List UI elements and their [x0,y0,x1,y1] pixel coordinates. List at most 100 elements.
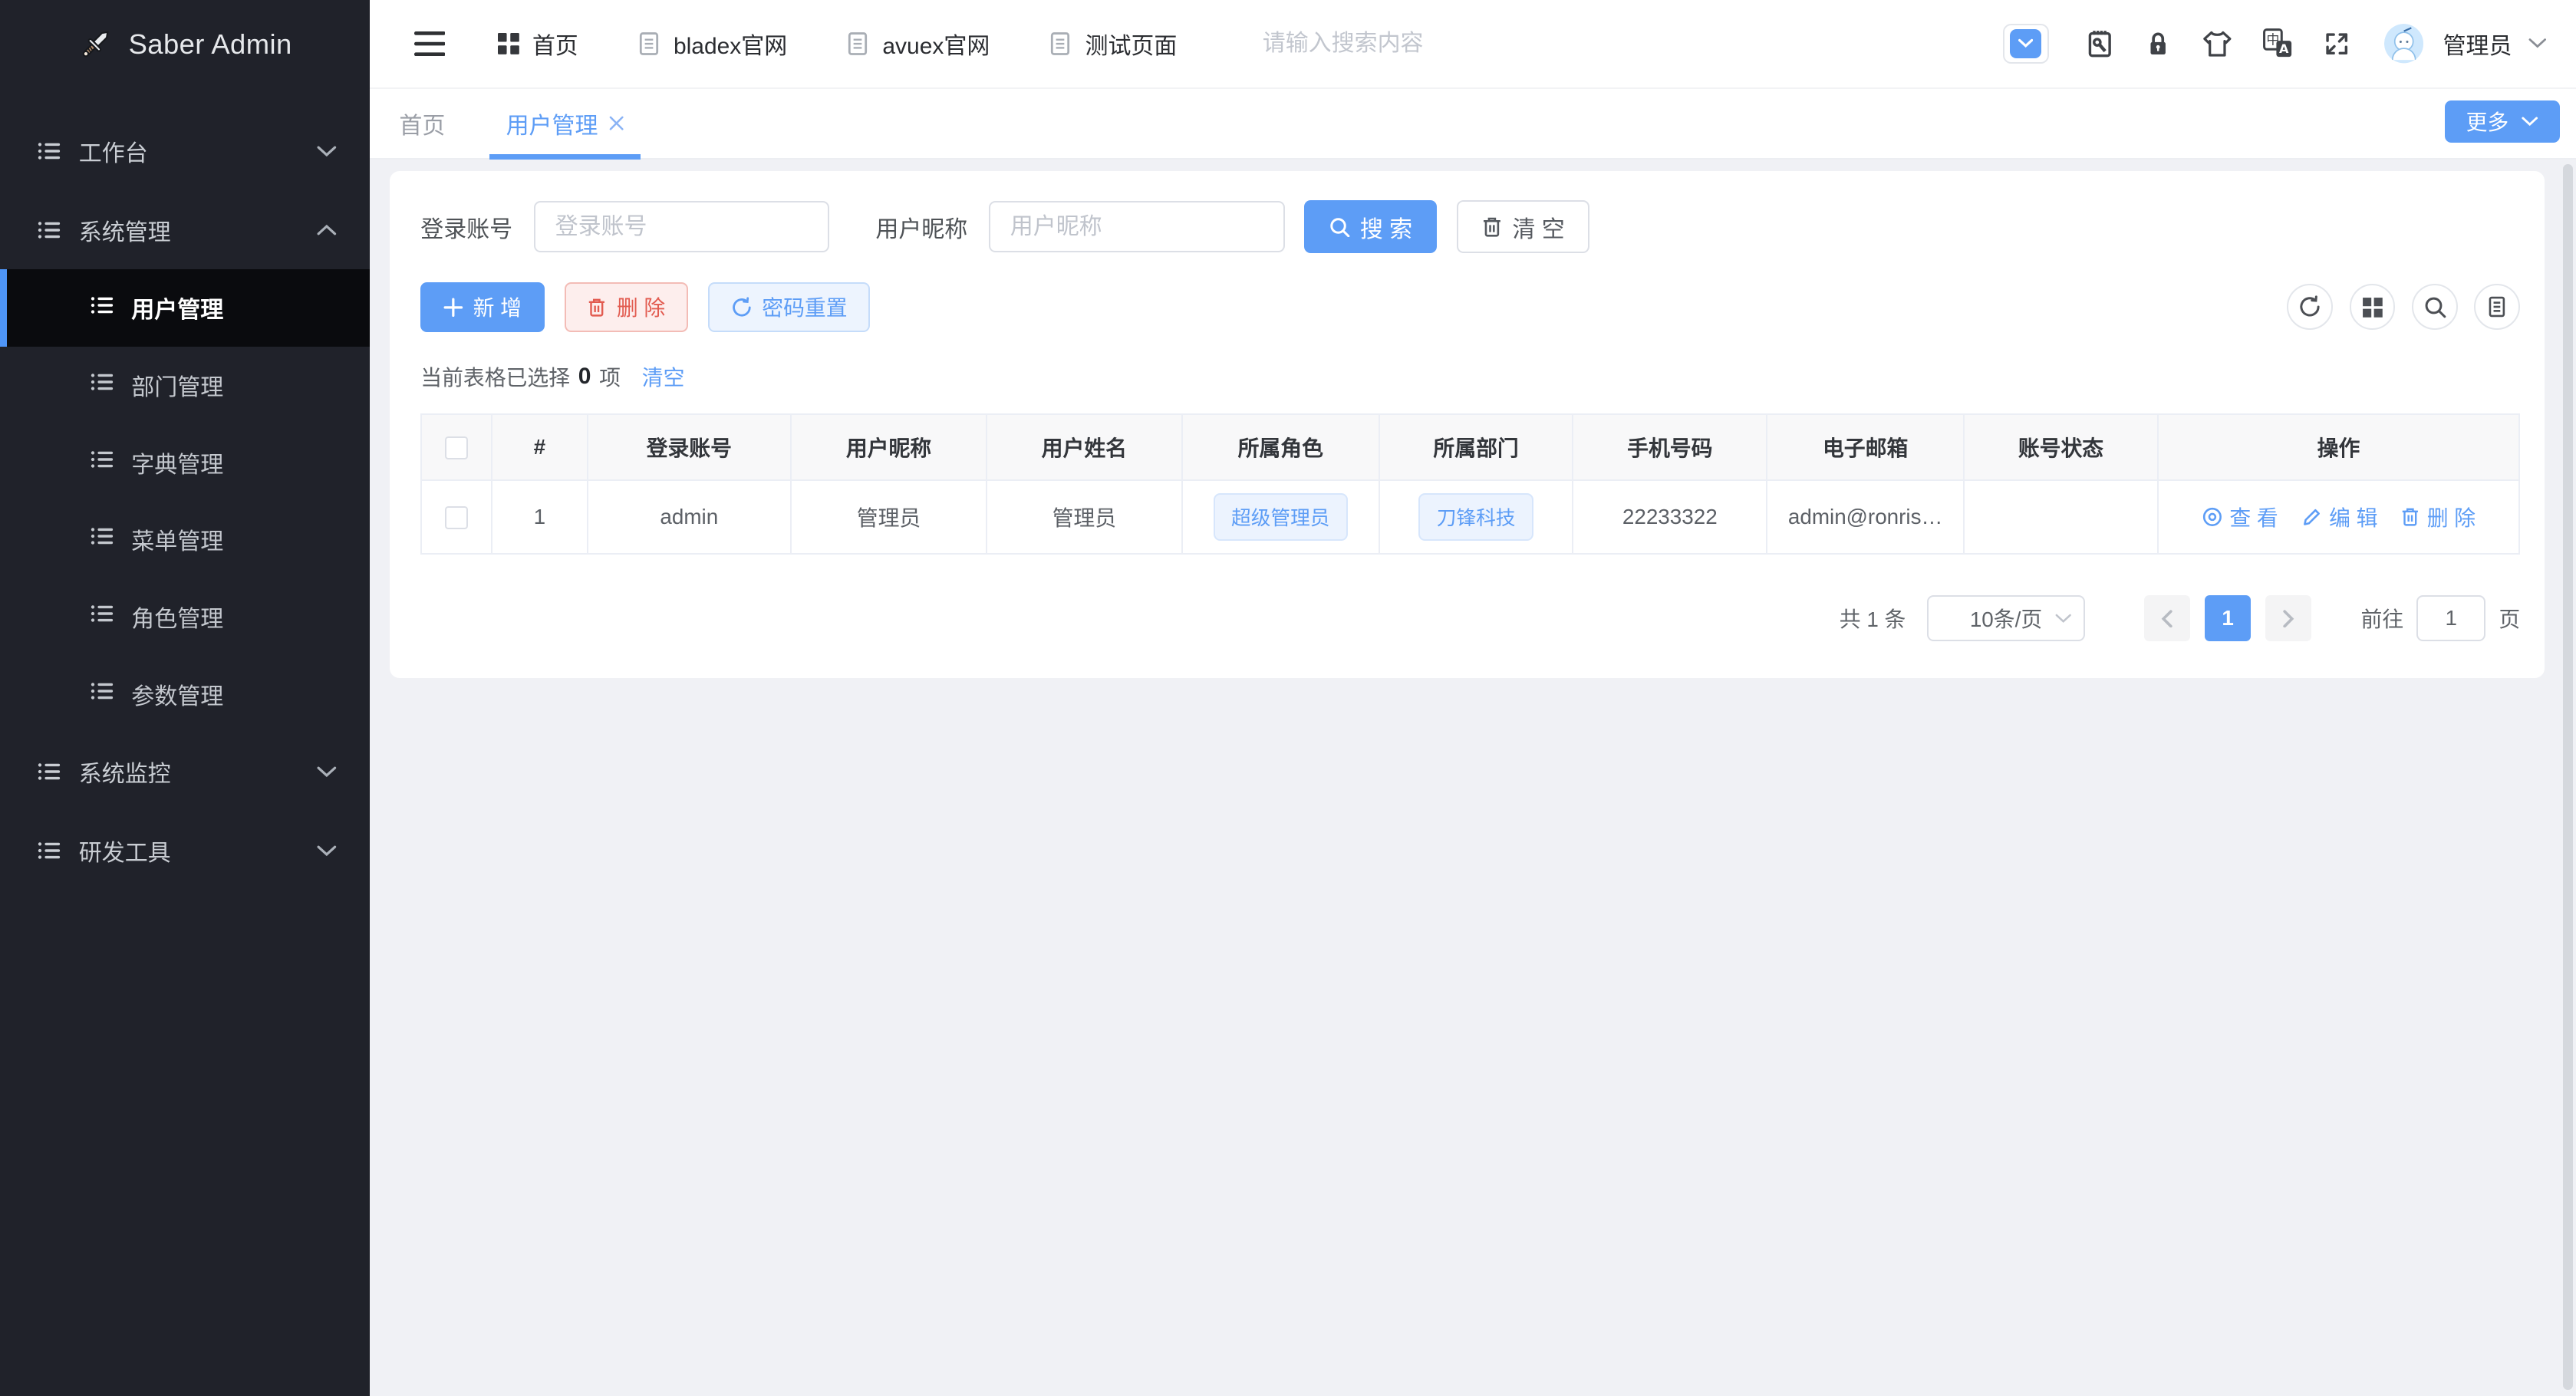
row-edit-label: 编 辑 [2329,505,2378,530]
sidebar-item-label: 研发工具 [78,841,171,867]
log-button[interactable] [2474,284,2521,331]
add-label: 新 增 [473,296,522,321]
list-icon [91,680,114,709]
sidebar-item-label: 系统管理 [78,219,171,245]
collapse-toggle-button[interactable] [2002,24,2049,64]
sidebar-item-label: 字典管理 [131,452,224,478]
search-label: 搜 索 [1359,216,1413,242]
chevron-up-icon [317,224,337,235]
cell-role: 超级管理员 [1181,479,1380,555]
sidebar-item-workbench[interactable]: 工作台 [0,112,370,191]
tabs-more-button[interactable]: 更多 [2444,100,2560,143]
refresh-icon [732,296,751,317]
selection-clear-link[interactable]: 清空 [642,361,685,392]
topnav-label: 测试页面 [1085,33,1178,59]
dept-tag: 刀锋科技 [1418,492,1533,541]
sidebar-item-menu-management[interactable]: 菜单管理 [0,501,370,578]
cell-index: 1 [491,479,588,555]
trash-icon [1483,217,1500,237]
dagger-icon [82,31,109,58]
app-root: Saber Admin 工作台 系统管理 用户管理 部门管理 字典管理 菜单管理… [0,0,2576,1396]
column-settings-button[interactable] [2349,284,2396,331]
password-reset-label: 密码重置 [762,296,848,321]
more-label: 更多 [2466,110,2509,135]
cell-status [1963,479,2159,555]
list-icon [38,140,61,163]
account-input[interactable] [533,201,830,252]
header-status: 账号状态 [1963,413,2159,481]
trash-icon [2403,508,2419,526]
header-select-all [420,413,493,481]
sidebar-item-system-monitor[interactable]: 系统监控 [0,733,370,812]
select-all-checkbox[interactable] [445,436,469,460]
document-icon [639,31,658,55]
header-phone: 手机号码 [1572,413,1768,481]
pagination: 共 1 条 10条/页 1 前往 1 页 [420,595,2520,642]
search-icon [2425,298,2446,318]
sidebar-item-system-management[interactable]: 系统管理 [0,190,370,269]
sidebar-item-param-management[interactable]: 参数管理 [0,655,370,733]
sidebar: Saber Admin 工作台 系统管理 用户管理 部门管理 字典管理 菜单管理… [0,0,370,1396]
trash-icon [589,298,605,317]
plus-icon [443,298,463,317]
row-view-link[interactable]: 查 看 [2202,502,2278,532]
sidebar-item-dict-management[interactable]: 字典管理 [0,423,370,501]
current-page-button[interactable]: 1 [2205,595,2252,642]
list-icon [38,760,61,783]
clear-label: 清 空 [1512,216,1565,242]
clear-filters-button[interactable]: 清 空 [1456,200,1589,253]
account-label: 登录账号 [420,216,513,242]
topnav-bladex[interactable]: bladex官网 [637,27,787,61]
tab-user-management[interactable]: 用户管理 [489,89,641,160]
theme-shirt-icon[interactable] [2202,30,2233,58]
hamburger-menu-icon[interactable] [413,31,446,56]
translate-icon[interactable]: 中 A [2262,28,2294,59]
nickname-input[interactable] [989,201,1285,252]
lock-icon[interactable] [2144,29,2172,59]
cell-nickname: 管理员 [790,479,987,555]
crud-toolbar [2287,284,2521,331]
sidebar-item-dev-tools[interactable]: 研发工具 [0,812,370,891]
sidebar-item-role-management[interactable]: 角色管理 [0,578,370,656]
grid-icon [2362,297,2383,318]
vertical-scrollbar[interactable] [2562,164,2573,1390]
chevron-down-icon [2055,614,2072,624]
document-lines-icon [2489,297,2505,318]
global-search-input[interactable] [1262,30,1509,57]
next-page-button[interactable] [2265,595,2312,642]
topnav-test-page[interactable]: 测试页面 [1049,27,1177,61]
goto-page-input[interactable] [2416,595,2486,642]
search-toggle-button[interactable] [2411,284,2458,331]
chevron-down-icon [2522,117,2538,127]
refresh-button[interactable] [2287,284,2334,331]
chevron-left-icon [2161,610,2173,627]
row-delete-link[interactable]: 删 除 [2400,502,2476,532]
close-icon[interactable] [609,116,624,130]
user-avatar[interactable] [2383,24,2423,64]
row-edit-link[interactable]: 编 辑 [2301,502,2378,532]
topnav-home[interactable]: 首页 [497,27,578,61]
chevron-down-icon[interactable] [2528,38,2547,49]
password-reset-button[interactable]: 密码重置 [707,282,871,332]
header-role: 所属角色 [1181,413,1380,481]
view-icon [2202,507,2222,526]
topnav-avuex[interactable]: avuex官网 [846,27,990,61]
fullscreen-icon[interactable] [2323,30,2350,58]
search-button[interactable]: 搜 索 [1304,200,1438,253]
add-button[interactable]: 新 增 [420,282,545,332]
sidebar-item-dept-management[interactable]: 部门管理 [0,347,370,424]
tab-home[interactable]: 首页 [399,89,445,158]
delete-button[interactable]: 删 除 [564,282,689,332]
header-dept: 所属部门 [1378,413,1574,481]
header-nickname: 用户昵称 [790,413,987,481]
sidebar-item-label: 部门管理 [131,375,224,401]
sidebar-item-user-management[interactable]: 用户管理 [0,269,370,347]
cell-phone: 22233322 [1572,479,1768,555]
debug-clipboard-icon[interactable] [2085,29,2115,59]
prev-page-button[interactable] [2143,595,2190,642]
row-checkbox[interactable] [445,506,469,530]
user-name[interactable]: 管理员 [2443,27,2512,61]
list-icon [91,448,114,477]
page-size-select[interactable]: 10条/页 [1927,595,2085,642]
filter-row: 登录账号 用户昵称 搜 索 清 空 [420,200,2520,253]
